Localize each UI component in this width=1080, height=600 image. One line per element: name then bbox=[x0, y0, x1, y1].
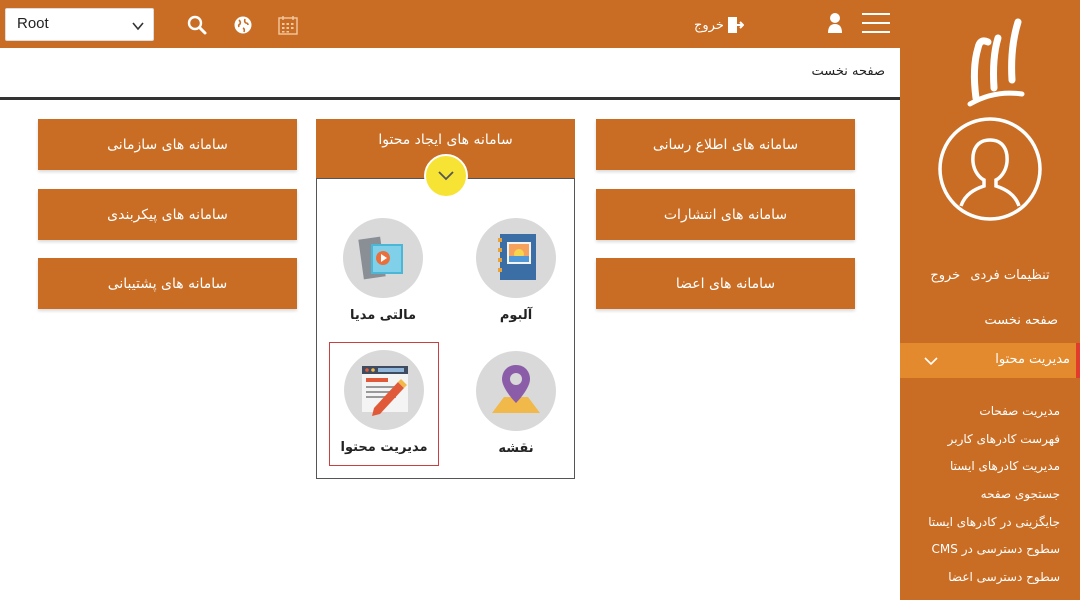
submenu-item[interactable]: سطوح دسترسی اعضا bbox=[928, 564, 1060, 592]
submenu-item[interactable]: سطوح دسترسی در CMS bbox=[928, 536, 1060, 564]
app-label: مدیریت محتوا bbox=[340, 440, 428, 455]
tile-support-systems[interactable]: سامانه های پشتیبانی bbox=[38, 258, 297, 309]
top-bar: Root خروج bbox=[0, 0, 900, 48]
app-label: مالتی مدیا bbox=[349, 308, 417, 323]
tile-configuration-systems[interactable]: سامانه های پیکربندی bbox=[38, 189, 297, 240]
avatar[interactable] bbox=[937, 116, 1043, 222]
submenu-item[interactable]: مدیریت کادرهای ایستا bbox=[928, 453, 1060, 481]
sidebar-user-links: تنظیمات فردی خروج bbox=[900, 268, 1080, 283]
logout-icon bbox=[727, 17, 744, 33]
page-title: صفحه نخست bbox=[811, 64, 885, 79]
map-icon bbox=[476, 351, 556, 431]
multimedia-icon bbox=[343, 218, 423, 298]
search-icon[interactable] bbox=[186, 14, 208, 36]
sidebar: تنظیمات فردی خروج صفحه نخست مدیریت محتوا… bbox=[900, 0, 1080, 600]
app-content-management[interactable]: مدیریت محتوا bbox=[329, 342, 439, 466]
root-select-value: Root bbox=[17, 15, 49, 32]
tile-label: سامانه های پیکربندی bbox=[107, 206, 228, 223]
album-icon bbox=[476, 218, 556, 298]
menu-icon[interactable] bbox=[862, 13, 890, 35]
tile-information-systems[interactable]: سامانه های اطلاع رسانی bbox=[596, 119, 855, 170]
tile-label: سامانه های اعضا bbox=[675, 275, 776, 292]
tile-label: سامانه های پشتیبانی bbox=[107, 275, 228, 292]
submenu-item[interactable]: جستجوی صفحه bbox=[928, 481, 1060, 509]
chevron-down-icon bbox=[924, 357, 938, 366]
breadcrumb: صفحه نخست bbox=[0, 48, 900, 100]
submenu-item[interactable]: جایگزینی در کادرهای ایستا bbox=[928, 509, 1060, 537]
tile-label: سامانه های اطلاع رسانی bbox=[652, 136, 799, 153]
sidebar-item-content-management[interactable]: مدیریت محتوا bbox=[900, 343, 1080, 378]
personal-settings-link[interactable]: تنظیمات فردی bbox=[970, 268, 1049, 283]
app-label: نقشه bbox=[498, 441, 534, 456]
brand-logo bbox=[967, 18, 1025, 107]
sidebar-logout-link[interactable]: خروج bbox=[930, 268, 960, 283]
content-management-submenu: مدیریت صفحات فهرست کادرهای کاربر مدیریت … bbox=[928, 398, 1060, 592]
app-map[interactable]: نقشه bbox=[461, 351, 571, 456]
globe-icon[interactable] bbox=[232, 14, 254, 36]
logout-button[interactable]: خروج bbox=[690, 14, 744, 36]
calendar-icon[interactable] bbox=[277, 14, 299, 36]
sidebar-item-home[interactable]: صفحه نخست bbox=[985, 313, 1058, 328]
logout-label: خروج bbox=[694, 17, 724, 33]
collapse-button[interactable] bbox=[424, 154, 468, 198]
sidebar-item-label: مدیریت محتوا bbox=[995, 352, 1070, 367]
tile-organizational-systems[interactable]: سامانه های سازمانی bbox=[38, 119, 297, 170]
tile-label: سامانه های انتشارات bbox=[663, 206, 788, 223]
tile-members-systems[interactable]: سامانه های اعضا bbox=[596, 258, 855, 309]
tile-label: سامانه های سازمانی bbox=[107, 136, 228, 153]
chevron-down-icon bbox=[438, 171, 454, 181]
app-album[interactable]: آلبوم bbox=[461, 218, 571, 323]
app-label: آلبوم bbox=[499, 308, 533, 323]
chevron-down-icon bbox=[132, 22, 144, 31]
app-multimedia[interactable]: مالتی مدیا bbox=[328, 218, 438, 323]
root-select[interactable]: Root bbox=[5, 8, 154, 41]
tile-publications-systems[interactable]: سامانه های انتشارات bbox=[596, 189, 855, 240]
submenu-item[interactable]: مدیریت صفحات bbox=[928, 398, 1060, 426]
submenu-item[interactable]: فهرست کادرهای کاربر bbox=[928, 426, 1060, 454]
user-icon[interactable] bbox=[826, 12, 844, 34]
content-editor-icon bbox=[344, 350, 424, 430]
